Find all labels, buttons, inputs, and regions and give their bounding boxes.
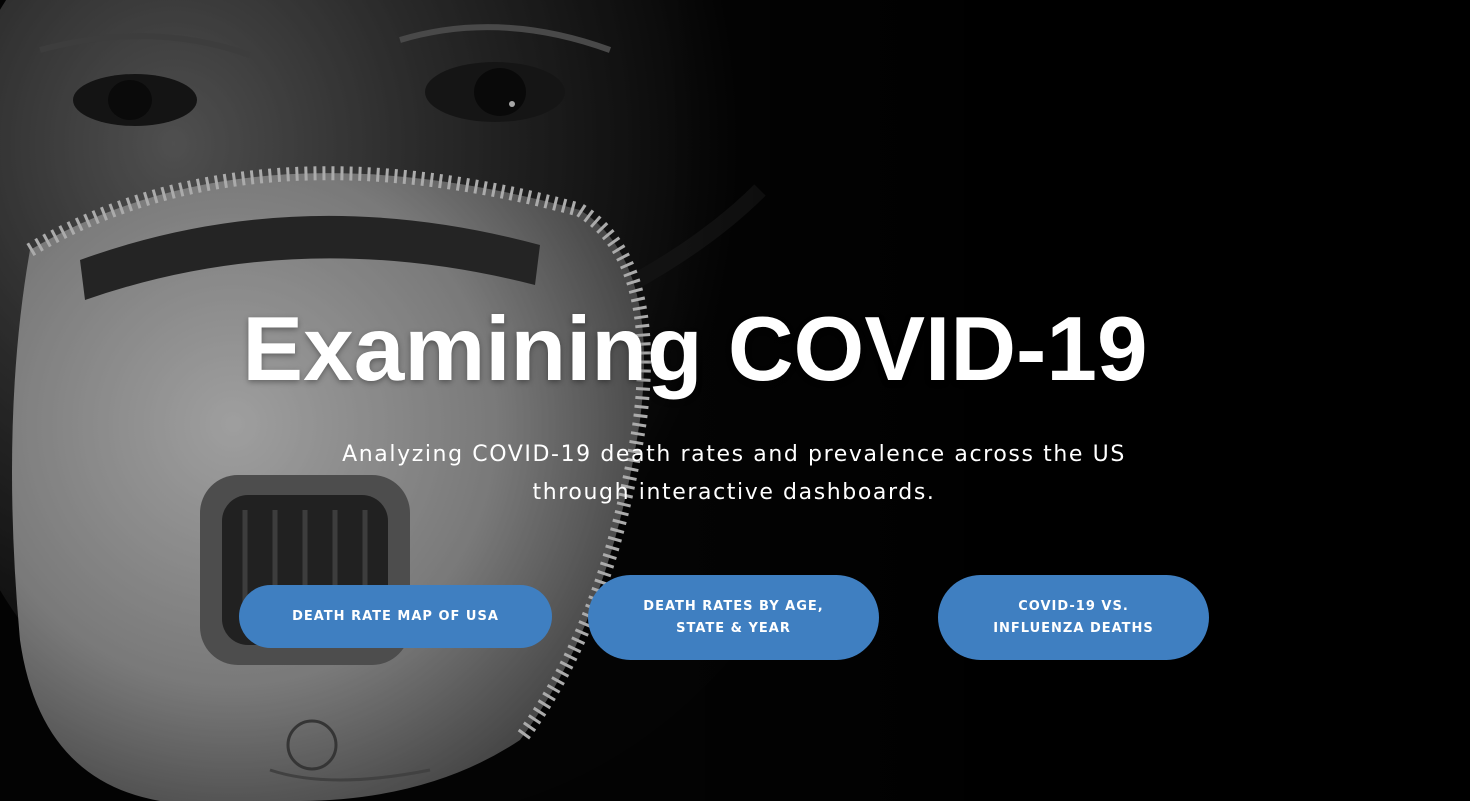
death-rate-map-button[interactable]: DEATH RATE MAP OF USA	[239, 585, 552, 648]
death-rates-by-age-button[interactable]: DEATH RATES BY AGE, STATE & YEAR	[588, 575, 879, 660]
covid-vs-influenza-button[interactable]: COVID-19 VS. INFLUENZA DEATHS	[938, 575, 1209, 660]
hero-subtitle: Analyzing COVID-19 death rates and preva…	[342, 442, 1126, 505]
page-title: Examining COVID-19	[242, 299, 1148, 400]
hero-section: Examining COVID-19 Analyzing COVID-19 de…	[0, 0, 1470, 801]
